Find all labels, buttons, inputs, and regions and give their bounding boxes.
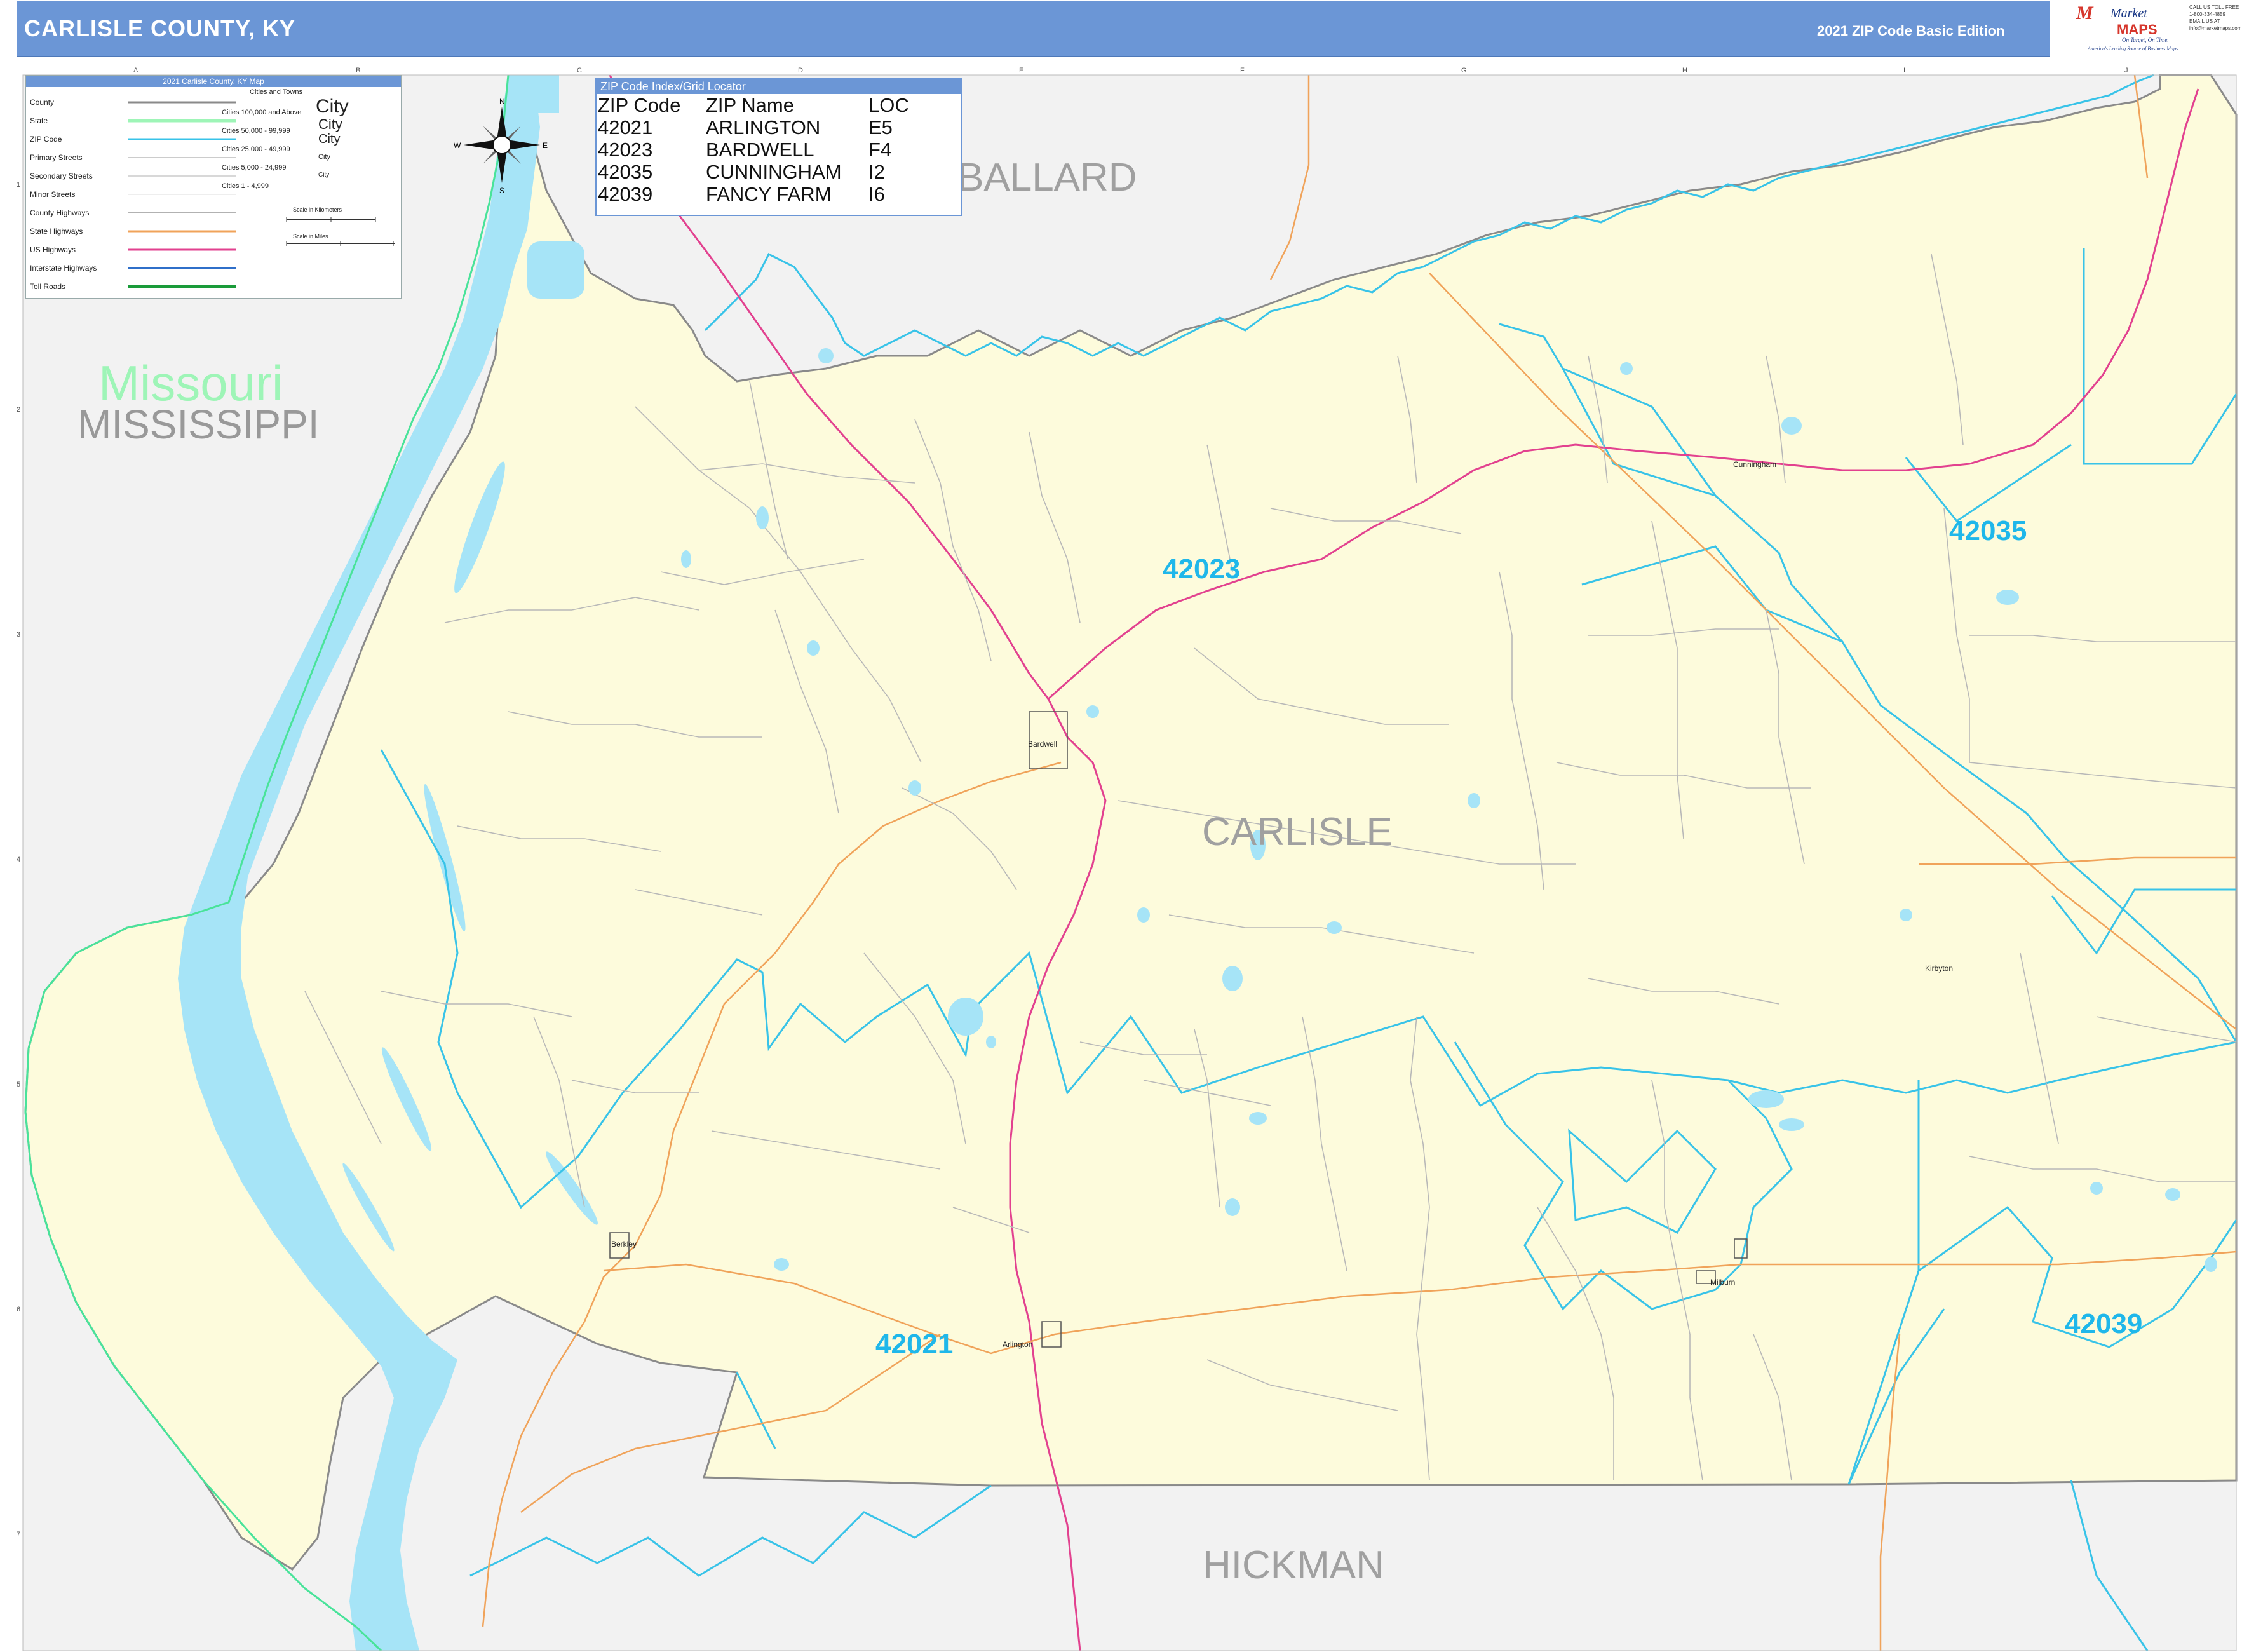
lake [527,241,584,299]
legend-item: County [30,98,55,107]
legend-city-sample-mini: City [318,172,330,179]
grid-row-label: 2 [17,406,20,414]
zip-index-header-row: ZIP Code ZIP Name LOC [598,94,909,116]
legend-item: US Highways [30,245,76,254]
zip-loc-cell: F4 [868,139,892,161]
zip-label-42035: 42035 [1949,515,2027,546]
town-label-arlington: Arlington [1003,1340,1032,1349]
grid-col-label: G [1461,67,1467,74]
zip-index-col-header: LOC [868,94,909,116]
legend-city-size: Cities 100,000 and Above [222,109,302,116]
zip-code-cell: 42021 [598,116,653,139]
legend-city-size: Cities 1 - 4,999 [222,182,269,190]
zip-name-cell: CUNNINGHAM [706,161,842,183]
zip-label-42023: 42023 [1163,553,1240,585]
legend-city-size: Cities 25,000 - 49,999 [222,146,290,153]
map-legend: 2021 Carlisle County, KY Map County Stat… [25,75,402,299]
legend-item: Toll Roads [30,282,66,291]
zip-code-cell: 42039 [598,183,653,205]
grid-row-label: 5 [17,1081,20,1088]
zip-index-row: 42035 CUNNINGHAM I2 [598,161,909,183]
legend-item: Minor Streets [30,190,76,199]
grid-column-labels: A B C D E F G H I J [133,67,2128,74]
grid-row-label: 7 [17,1531,20,1538]
grid-col-label: J [2124,67,2128,74]
legend-scale-km: Scale in Kilometers [293,207,342,213]
grid-col-label: E [1019,67,1023,74]
zip-code-cell: 42023 [598,139,653,161]
state-label-mississippi: MISSISSIPPI [78,402,320,447]
legend-title: 2021 Carlisle County, KY Map [26,76,401,87]
grid-row-labels: 1 2 3 4 5 6 7 [17,181,20,1538]
legend-city-sizes: Cities 100,000 and Above Cities 50,000 -… [222,104,301,196]
grid-col-label: B [356,67,360,74]
legend-city-sample-large: City [316,96,349,117]
legend-items: County State ZIP Code Primary Streets Se… [30,93,97,296]
county-label-carlisle: CARLISLE [1202,810,1393,854]
legend-city-sample-medium: City [318,116,342,132]
zip-name-cell: BARDWELL [706,139,814,161]
legend-city-sample-small: City [318,132,341,146]
town-label-cunningham: Cunningham [1733,460,1776,469]
grid-col-label: I [1903,67,1905,74]
grid-col-label: H [1682,67,1687,74]
grid-row-label: 4 [17,856,20,863]
zip-code-cell: 42035 [598,161,653,183]
grid-col-label: A [133,67,138,74]
town-label-berkley: Berkley [611,1240,637,1249]
grid-row-label: 6 [17,1306,20,1313]
zip-label-42021: 42021 [875,1329,953,1360]
grid-col-label: C [577,67,582,74]
zip-index-row: 42023 BARDWELL F4 [598,139,909,161]
legend-city-size: Cities 5,000 - 24,999 [222,164,287,172]
legend-item: ZIP Code [30,135,62,144]
zip-index-col-header: ZIP Code [598,94,681,116]
compass-s: S [499,186,504,195]
zip-loc-cell: E5 [868,116,893,139]
zip-loc-cell: I6 [868,183,885,205]
zip-index-row: 42021 ARLINGTON E5 [598,116,909,139]
compass-n: N [499,97,505,106]
legend-scale-bars [286,217,395,246]
zip-index-title: ZIP Code Index/Grid Locator [597,79,961,94]
town-label-kirbyton: Kirbyton [1925,964,1953,973]
lake [534,75,559,113]
legend-item: State [30,116,48,125]
legend-item: Secondary Streets [30,172,93,180]
legend-item: State Highways [30,227,83,236]
legend-city-size: Cities 50,000 - 99,999 [222,127,290,135]
county-label-ballard: BALLARD [957,156,1137,200]
zip-label-42039: 42039 [2065,1308,2142,1339]
zip-index-table: ZIP Code Index/Grid Locator ZIP Code ZIP… [595,78,962,216]
grid-row-label: 3 [17,631,20,639]
legend-city-sample-tiny: City [318,153,330,161]
grid-row-label: 1 [17,181,20,189]
zip-loc-cell: I2 [868,161,885,183]
zip-index-row: 42039 FANCY FARM I6 [598,183,909,205]
zip-name-cell: ARLINGTON [706,116,821,139]
zip-index-grid: ZIP Code ZIP Name LOC 42021 ARLINGTON E5… [598,94,909,205]
grid-col-label: F [1240,67,1245,74]
grid-col-label: D [798,67,803,74]
legend-item: County Highways [30,208,90,217]
town-label-milburn: Milburn [1710,1278,1735,1287]
legend-item: Primary Streets [30,153,83,162]
zip-index-col-header: ZIP Name [706,94,794,116]
legend-cities-header: Cities and Towns [250,88,302,96]
town-label-bardwell: Bardwell [1028,740,1057,748]
legend-item: Interstate Highways [30,264,97,273]
compass-w: W [454,141,461,150]
county-label-hickman: HICKMAN [1203,1543,1384,1587]
compass-e: E [543,141,548,150]
zip-name-cell: FANCY FARM [706,183,832,205]
